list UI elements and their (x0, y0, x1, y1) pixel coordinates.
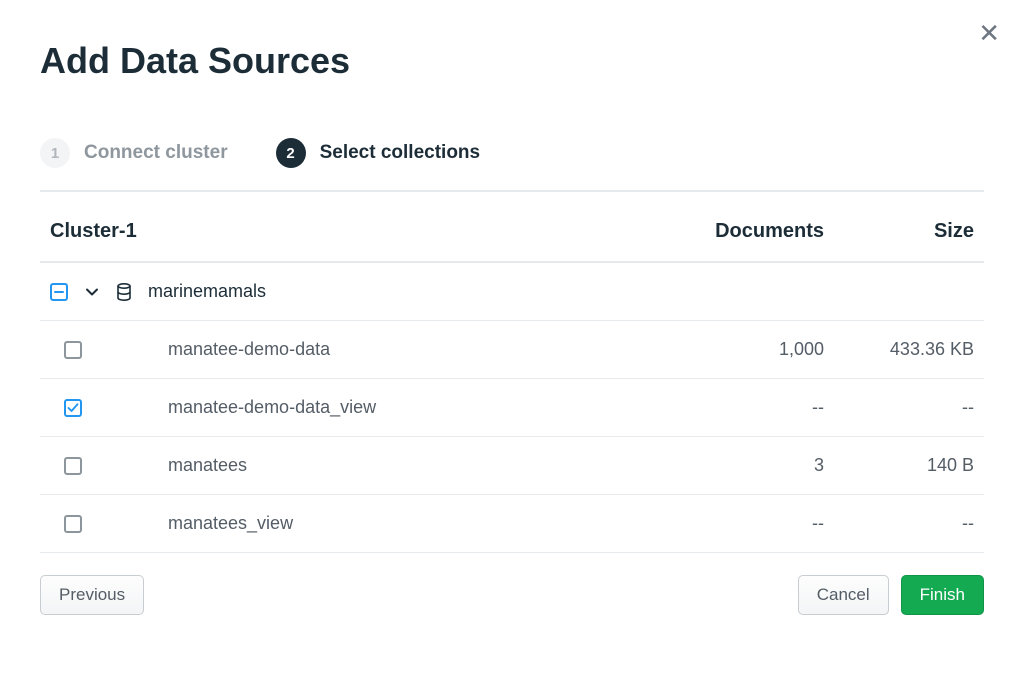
collection-checkbox[interactable] (64, 457, 82, 475)
footer: Previous Cancel Finish (40, 575, 984, 615)
chevron-down-icon[interactable] (84, 284, 100, 300)
step-connect-cluster[interactable]: 1 Connect cluster (40, 138, 228, 168)
collection-row: manatees_view -- -- (40, 495, 984, 553)
collection-size: -- (824, 397, 974, 418)
cancel-button[interactable]: Cancel (798, 575, 889, 615)
header-size: Size (824, 220, 974, 243)
collection-name: manatees_view (168, 513, 674, 534)
database-row: marinemamals (40, 263, 984, 321)
previous-button[interactable]: Previous (40, 575, 144, 615)
table-header-row: Cluster-1 Documents Size (40, 192, 984, 263)
header-documents: Documents (674, 220, 824, 243)
collection-docs: -- (674, 397, 824, 418)
collection-size: 433.36 KB (824, 339, 974, 360)
collection-row: manatee-demo-data_view -- -- (40, 379, 984, 437)
collection-checkbox[interactable] (64, 515, 82, 533)
step-number-1: 1 (40, 138, 70, 168)
collection-row: manatee-demo-data 1,000 433.36 KB (40, 321, 984, 379)
collection-docs: 1,000 (674, 339, 824, 360)
database-name: marinemamals (148, 281, 266, 302)
stepper: 1 Connect cluster 2 Select collections (40, 138, 984, 192)
modal-title: Add Data Sources (40, 40, 984, 82)
close-icon[interactable]: ✕ (978, 20, 1000, 46)
step-label-1: Connect cluster (84, 142, 228, 164)
database-checkbox[interactable] (50, 283, 68, 301)
collection-docs: 3 (674, 455, 824, 476)
finish-button[interactable]: Finish (901, 575, 984, 615)
header-cluster: Cluster-1 (50, 220, 674, 243)
collection-name: manatees (168, 455, 674, 476)
step-number-2: 2 (276, 138, 306, 168)
collection-name: manatee-demo-data_view (168, 397, 674, 418)
collection-size: -- (824, 513, 974, 534)
collection-name: manatee-demo-data (168, 339, 674, 360)
collection-row: manatees 3 140 B (40, 437, 984, 495)
step-select-collections[interactable]: 2 Select collections (276, 138, 481, 168)
collection-docs: -- (674, 513, 824, 534)
step-label-2: Select collections (320, 142, 481, 164)
collection-checkbox[interactable] (64, 341, 82, 359)
collection-checkbox[interactable] (64, 399, 82, 417)
database-icon (116, 283, 132, 301)
collection-size: 140 B (824, 455, 974, 476)
